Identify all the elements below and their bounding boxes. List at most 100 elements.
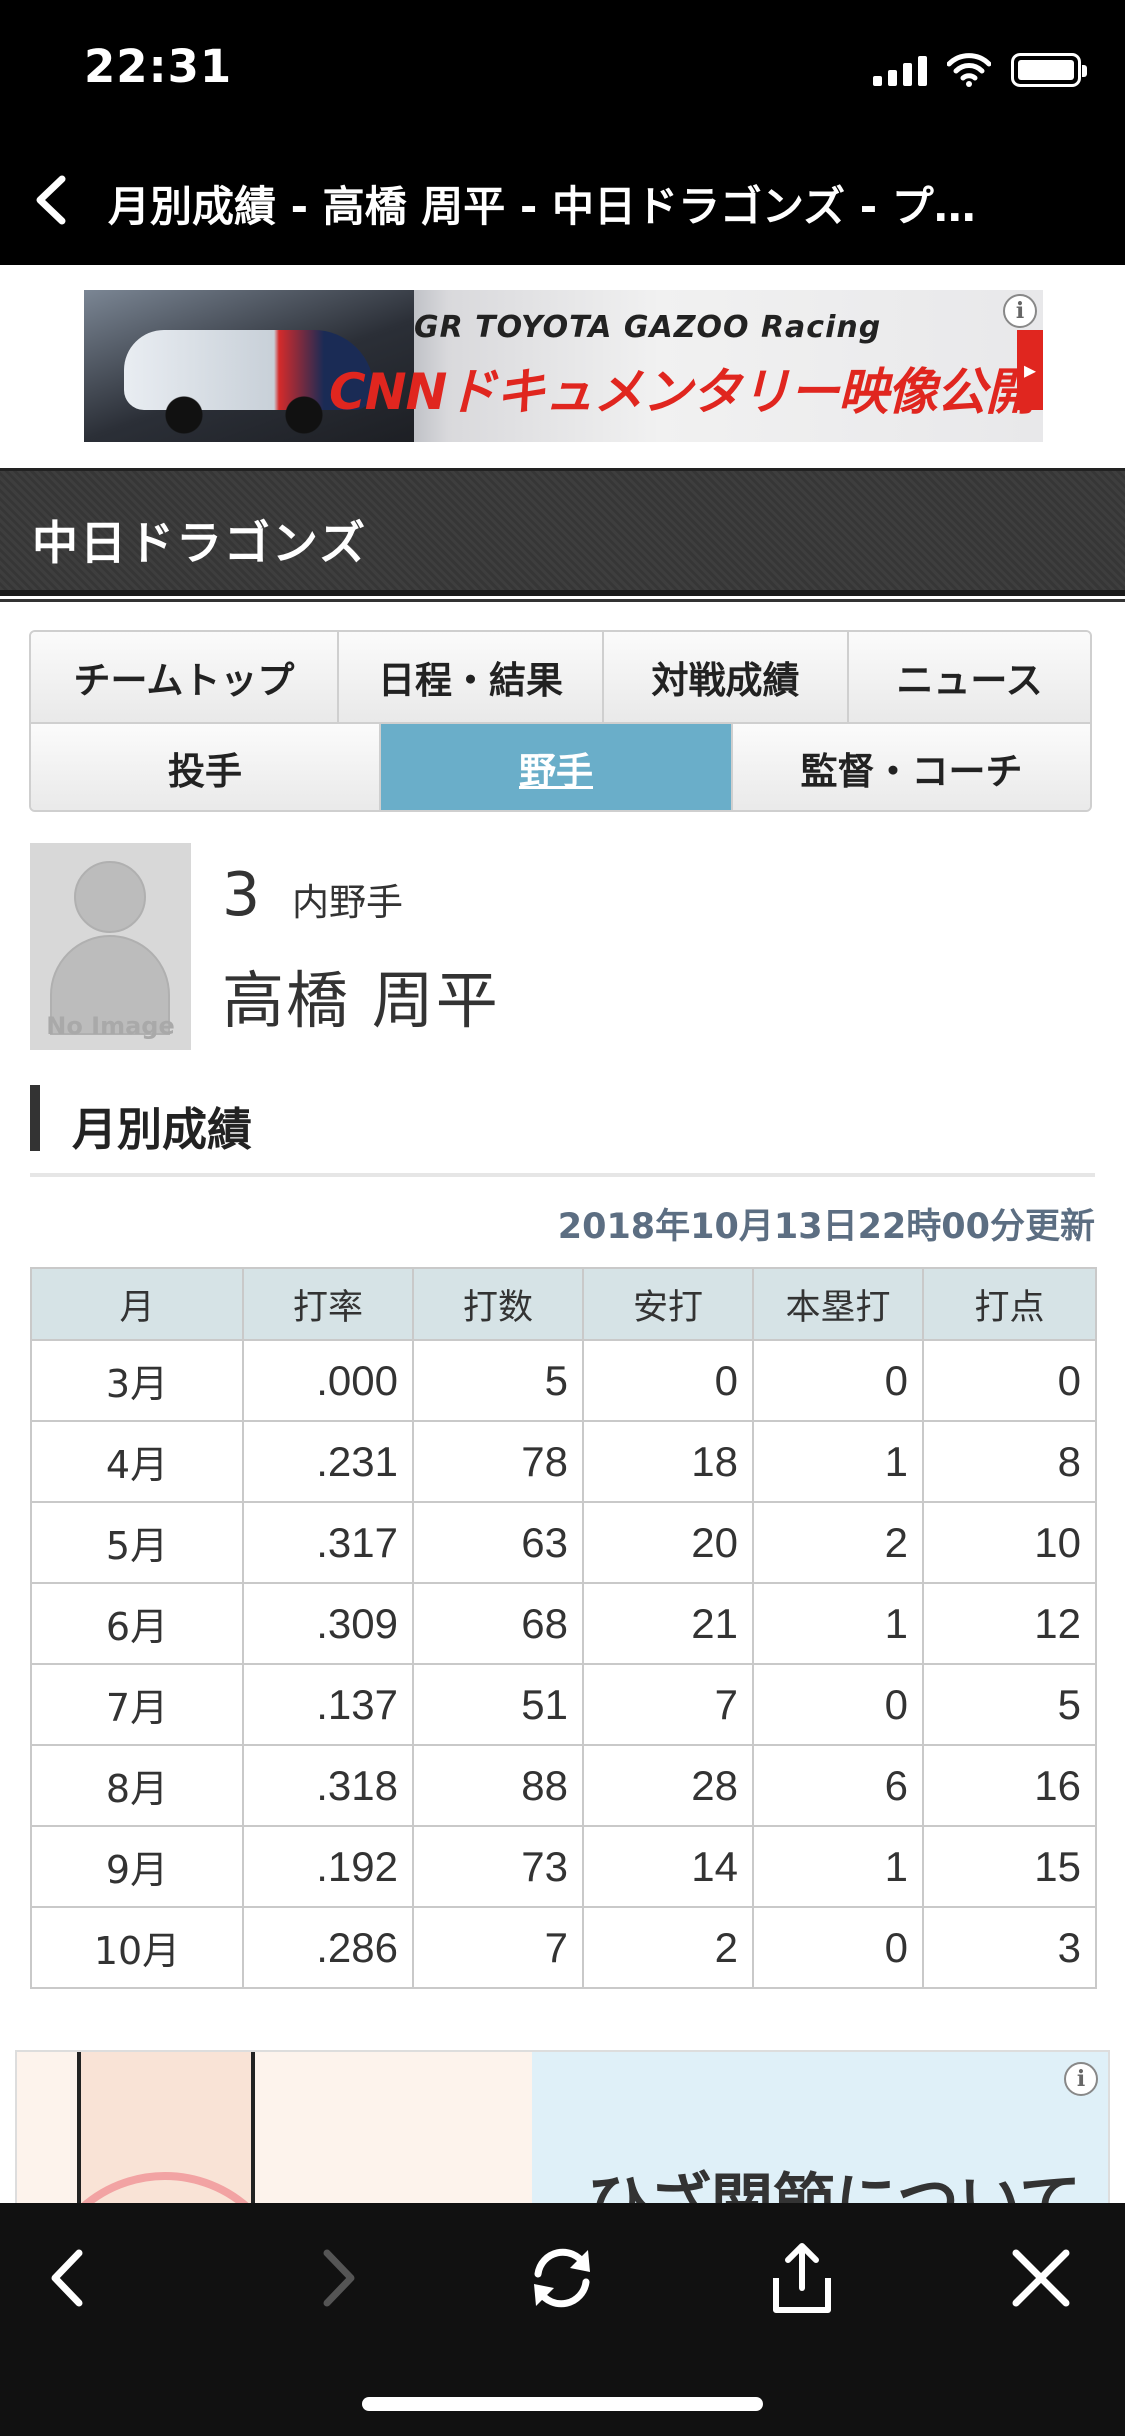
tab-fielders[interactable]: 野手 [381,724,733,810]
table-cell: 3 [922,1906,1097,1989]
table-cell: .286 [242,1906,414,1989]
table-row: 8月 .318 88 28 6 16 [30,1744,1097,1827]
table-cell: .317 [242,1501,414,1584]
ad-brand-text: GR TOYOTA GAZOO Racing [414,310,882,345]
toolbar-reload-button[interactable] [517,2233,607,2323]
page-title: 月別成績 - 高橋 周平 - 中日ドラゴンズ - プ… [108,182,976,231]
table-cell: .192 [242,1825,414,1908]
column-header-rbi: 打点 [922,1267,1097,1341]
ad-banner-top[interactable]: GR TOYOTA GAZOO Racing CNNドキュメンタリー映像公開中!… [84,290,1043,442]
table-cell: 5 [922,1663,1097,1746]
tab-schedule[interactable]: 日程・結果 [339,632,604,722]
table-cell: 21 [582,1582,754,1665]
table-cell: 7月 [30,1663,244,1746]
chevron-right-icon [323,2249,355,2307]
table-cell: 1 [752,1825,924,1908]
table-cell: 0 [752,1663,924,1746]
tab-row-1: チームトップ 日程・結果 対戦成績 ニュース [31,632,1090,722]
tab-team-top[interactable]: チームトップ [31,632,339,722]
toolbar-forward-button[interactable] [292,2233,382,2323]
table-cell: 0 [582,1339,754,1422]
updated-timestamp: 2018年10月13日22時00分更新 [557,1207,1095,1247]
table-cell: 18 [582,1420,754,1503]
tab-coaches[interactable]: 監督・コーチ [733,724,1090,810]
table-cell: 4月 [30,1420,244,1503]
home-indicator[interactable] [362,2397,763,2411]
table-cell: .309 [242,1582,414,1665]
table-cell: 68 [412,1582,584,1665]
table-cell: 8月 [30,1744,244,1827]
toolbar-close-button[interactable] [996,2233,1086,2323]
status-icons [873,50,1087,90]
table-cell: 14 [582,1825,754,1908]
toolbar-back-button[interactable] [24,2233,114,2323]
table-cell: 10月 [30,1906,244,1989]
cellular-signal-icon [873,54,927,86]
table-cell: 6月 [30,1582,244,1665]
table-cell: 6 [752,1744,924,1827]
close-icon [1012,2249,1070,2307]
ad-info-icon[interactable]: i [1064,2062,1098,2096]
table-cell: 88 [412,1744,584,1827]
tab-matchups[interactable]: 対戦成績 [604,632,849,722]
table-row: 9月 .192 73 14 1 15 [30,1825,1097,1908]
team-header: 中日ドラゴンズ [0,468,1125,602]
table-cell: 2 [752,1501,924,1584]
stats-body: 3月 .000 5 0 0 0 4月 .231 78 18 1 8 5月 .317 63 20 2 10 6月 .30… [30,1339,1097,1989]
column-header-avg: 打率 [242,1267,414,1341]
reload-icon [534,2248,590,2308]
section-heading-bar [30,1085,40,1151]
player-position: 内野手 [292,881,403,924]
player-number: 3 [222,860,261,930]
table-header-row: 月 打率 打数 安打 本塁打 打点 [30,1267,1097,1341]
table-cell: .000 [242,1339,414,1422]
avatar-head-icon [74,861,146,933]
ad-headline: CNNドキュメンタリー映像公開中! [329,363,1043,421]
table-cell: 28 [582,1744,754,1827]
section-divider [30,1173,1095,1177]
toolbar-share-button[interactable] [757,2233,847,2323]
wifi-icon [947,53,991,87]
table-cell: 5 [412,1339,584,1422]
ad-arrow-icon: ▸ [1017,330,1043,410]
tab-row-2: 投手 野手 監督・コーチ [31,722,1090,810]
table-cell: 51 [412,1663,584,1746]
nav-back-button[interactable] [20,165,90,235]
table-cell: 7 [582,1663,754,1746]
column-header-home-runs: 本塁打 [752,1267,924,1341]
table-row: 6月 .309 68 21 1 12 [30,1582,1097,1665]
table-cell: 2 [582,1906,754,1989]
tab-pitchers[interactable]: 投手 [31,724,381,810]
table-cell: 0 [922,1339,1097,1422]
table-cell: 0 [752,1339,924,1422]
table-cell: .318 [242,1744,414,1827]
section-heading: 月別成績 [30,1085,1095,1177]
status-time: 22:31 [84,40,233,93]
chevron-left-icon [36,175,66,225]
battery-icon [1011,53,1087,87]
table-row: 10月 .286 7 2 0 3 [30,1906,1097,1989]
table-cell: 5月 [30,1501,244,1584]
table-cell: 73 [412,1825,584,1908]
table-cell: 16 [922,1744,1097,1827]
table-cell: 0 [752,1906,924,1989]
table-cell: 12 [922,1582,1097,1665]
ad-info-icon[interactable]: i [1003,294,1037,328]
table-cell: 3月 [30,1339,244,1422]
team-name: 中日ドラゴンズ [32,516,368,570]
section-title: 月別成績 [72,1103,253,1156]
column-header-hits: 安打 [582,1267,754,1341]
table-cell: 7 [412,1906,584,1989]
player-photo: No Image [30,843,191,1050]
column-header-at-bats: 打数 [412,1267,584,1341]
tab-news[interactable]: ニュース [849,632,1090,722]
table-row: 7月 .137 51 7 0 5 [30,1663,1097,1746]
table-cell: 1 [752,1420,924,1503]
nav-bar: 月別成績 - 高橋 周平 - 中日ドラゴンズ - プ… [0,135,1125,265]
table-cell: 8 [922,1420,1097,1503]
table-cell: 15 [922,1825,1097,1908]
table-row: 3月 .000 5 0 0 0 [30,1339,1097,1422]
column-header-month: 月 [30,1267,244,1341]
status-bar: 22:31 [0,0,1125,135]
table-cell: .137 [242,1663,414,1746]
